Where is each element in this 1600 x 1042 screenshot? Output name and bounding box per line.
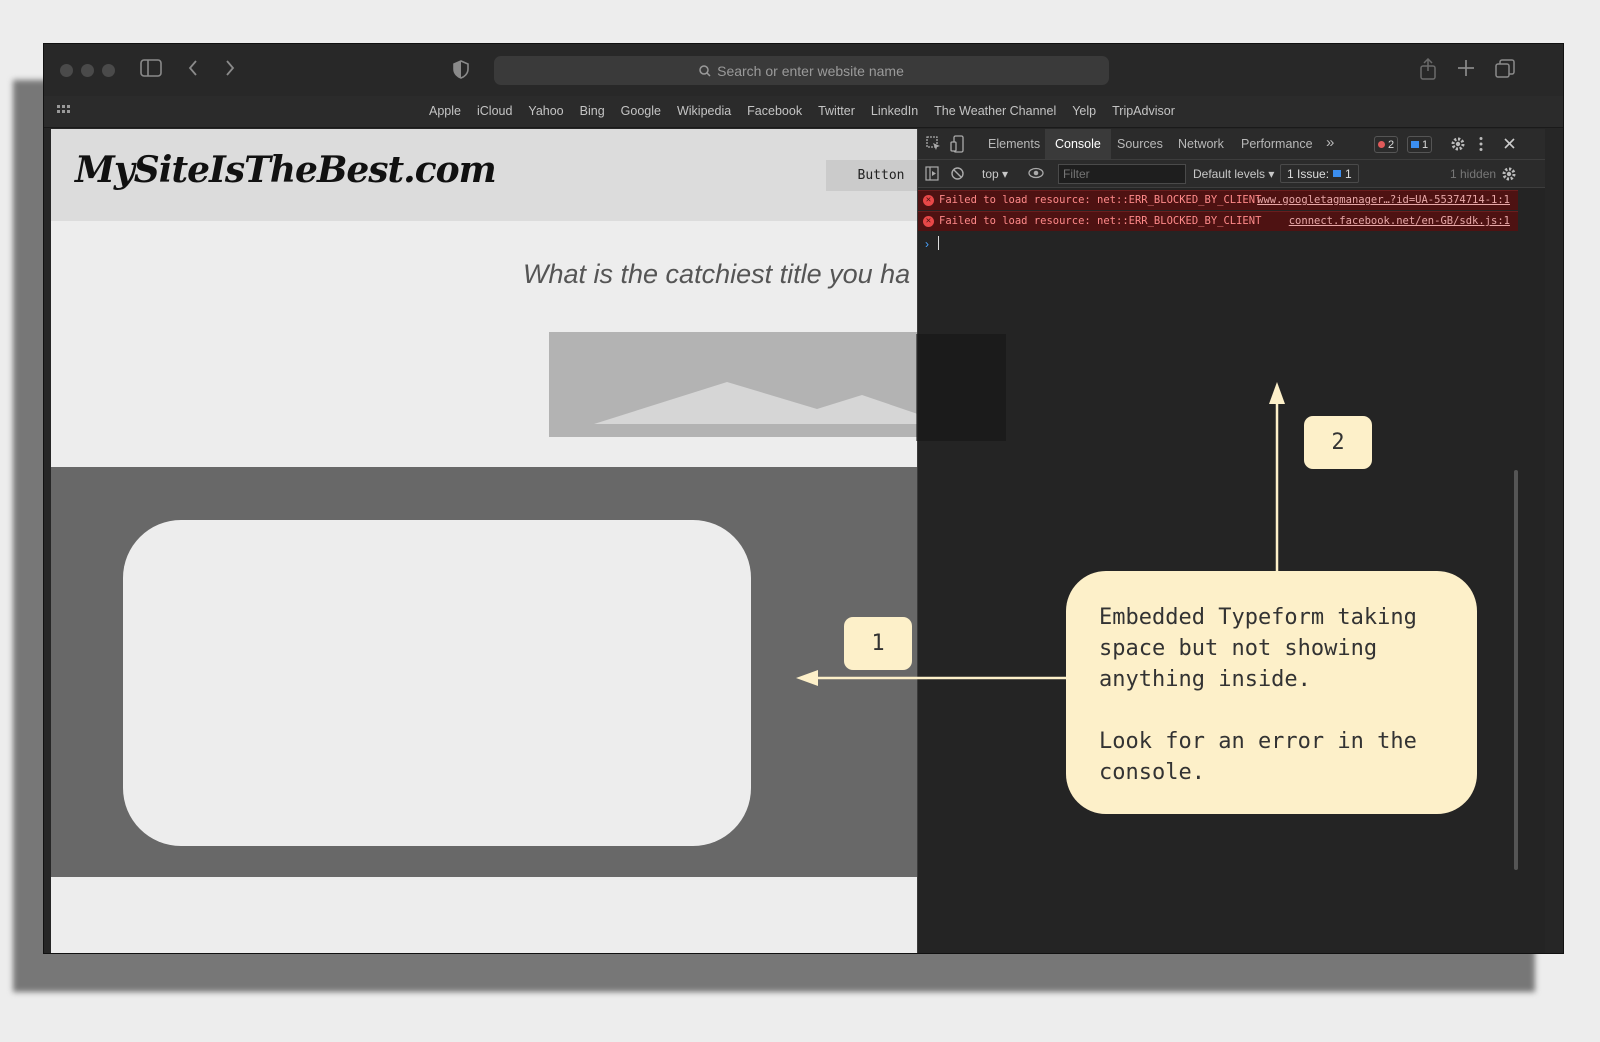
annotation-label-1: 1 <box>844 617 912 670</box>
annotation-arrows <box>796 382 1285 686</box>
callout-text-2: Look for an error in the console. <box>1099 729 1417 785</box>
callout-text-1: Embedded Typeform taking space but not s… <box>1099 605 1417 692</box>
annotation-label-2: 2 <box>1304 416 1372 469</box>
annotation-callout: Embedded Typeform taking space but not s… <box>1066 571 1477 814</box>
